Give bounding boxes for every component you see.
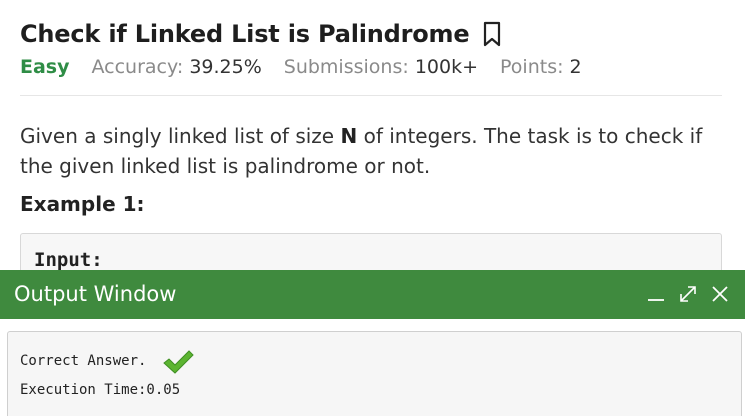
problem-meta: Easy Accuracy: 39.25% Submissions: 100k+… bbox=[20, 56, 604, 78]
expand-icon[interactable] bbox=[677, 283, 699, 305]
points-value: 2 bbox=[569, 56, 582, 78]
problem-title: Check if Linked List is Palindrome bbox=[20, 20, 470, 48]
example-title: Example 1: bbox=[20, 192, 145, 216]
output-window-title: Output Window bbox=[14, 282, 177, 306]
result-text: Correct Answer. bbox=[20, 353, 147, 369]
submissions-label: Submissions: bbox=[283, 56, 409, 78]
title-row: Check if Linked List is Palindrome bbox=[20, 20, 503, 48]
execution-time: Execution Time:0.05 bbox=[20, 382, 181, 398]
accuracy-label: Accuracy: bbox=[91, 56, 184, 78]
divider bbox=[20, 95, 722, 96]
accuracy-value: 39.25% bbox=[189, 56, 262, 78]
submissions-stat: Submissions: 100k+ bbox=[284, 56, 478, 78]
output-window-body: Correct Answer. Execution Time:0.05 bbox=[7, 331, 742, 416]
checkmark-icon bbox=[163, 350, 194, 374]
points-stat: Points: 2 bbox=[500, 56, 582, 78]
description-text-1: Given a singly linked list of size bbox=[20, 124, 341, 148]
output-window-controls bbox=[635, 283, 731, 305]
example-input-label: Input: bbox=[34, 249, 103, 271]
accuracy-stat: Accuracy: 39.25% bbox=[92, 56, 262, 78]
difficulty-badge: Easy bbox=[20, 56, 70, 78]
minimize-icon[interactable] bbox=[645, 283, 667, 305]
problem-description: Given a singly linked list of size N of … bbox=[20, 121, 722, 181]
output-window-header[interactable]: Output Window bbox=[0, 270, 745, 319]
output-window: Output Window Correct Answer. Execution … bbox=[0, 270, 745, 416]
bookmark-icon[interactable] bbox=[481, 21, 503, 47]
close-icon[interactable] bbox=[709, 283, 731, 305]
points-label: Points: bbox=[500, 56, 564, 78]
description-bold-n: N bbox=[340, 124, 358, 148]
submissions-value: 100k+ bbox=[414, 56, 479, 78]
